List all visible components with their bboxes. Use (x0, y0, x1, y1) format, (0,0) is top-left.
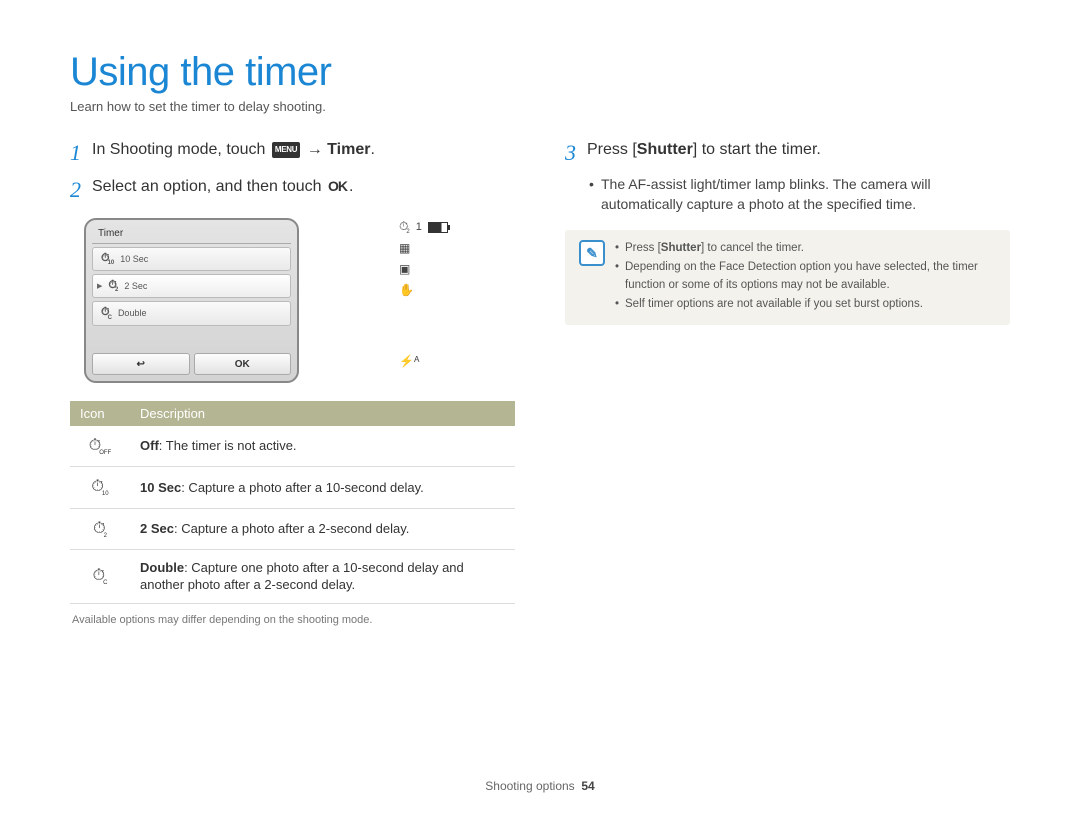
option-label: 10 Sec (120, 254, 148, 264)
page-number: 54 (581, 779, 594, 793)
mode-icon: ▣ (399, 262, 410, 276)
step-number: 1 (70, 136, 92, 169)
step-1: 1 In Shooting mode, touch MENU → Timer. (70, 138, 515, 169)
icon-sub: 2 (104, 533, 107, 539)
arrow-icon: → (302, 141, 327, 158)
step-number: 3 (565, 136, 587, 169)
step-3: 3 Press [Shutter] to start the timer. (565, 138, 1010, 169)
page-title: Using the timer (70, 50, 1010, 95)
note-list: Press [Shutter] to cancel the timer. Dep… (615, 240, 996, 315)
desc-text: : Capture a photo after a 2-second delay… (174, 521, 409, 536)
note-item: Depending on the Face Detection option y… (615, 259, 996, 294)
desc-cell: 10 Sec: Capture a photo after a 10-secon… (130, 467, 515, 508)
icon-sub: C (108, 315, 112, 321)
desc-bold: Off (140, 438, 159, 453)
icon-sub: 2 (406, 229, 409, 235)
battery-icon (428, 222, 448, 233)
timer-icon: ⏱10 (101, 252, 114, 266)
text: Select an option, and then touch (92, 178, 326, 195)
icon-sub: 10 (102, 491, 109, 497)
timer-icon: ⏱C (101, 306, 112, 320)
desc-bold: 2 Sec (140, 521, 174, 536)
step-text: Select an option, and then touch OK. (92, 175, 515, 199)
count-label: 1 (416, 221, 422, 233)
back-button[interactable]: ↩ (92, 353, 190, 375)
page-subtitle: Learn how to set the timer to delay shoo… (70, 99, 1010, 114)
desc-cell: Off: The timer is not active. (130, 426, 515, 467)
right-column: 3 Press [Shutter] to start the timer. Th… (565, 138, 1010, 626)
note-box: ✎ Press [Shutter] to cancel the timer. D… (565, 230, 1010, 325)
step-number: 2 (70, 173, 92, 206)
text: . (370, 141, 374, 158)
text: ] to cancel the timer. (701, 242, 804, 254)
step-2: 2 Select an option, and then touch OK. (70, 175, 515, 206)
col-header-desc: Description (130, 401, 515, 426)
step-text: In Shooting mode, touch MENU → Timer. (92, 138, 515, 162)
text: ] to start the timer. (693, 141, 821, 158)
shutter-label: Shutter (637, 141, 693, 158)
status-icons: ⏱2 1 ▦ ▣ ✋ ⚡ᴬ (399, 218, 474, 373)
timer-off-icon: ⏱OFF (70, 426, 130, 467)
step-detail: The AF-assist light/timer lamp blinks. T… (565, 175, 1010, 214)
footer-section: Shooting options (485, 779, 574, 793)
timer-status-icon: ⏱2 (399, 219, 410, 235)
text: . (349, 178, 353, 195)
ok-button[interactable]: OK (194, 353, 292, 375)
text: Press [ (587, 141, 637, 158)
col-header-icon: Icon (70, 401, 130, 426)
lcd-title: Timer (92, 226, 291, 244)
desc-cell: 2 Sec: Capture a photo after a 2-second … (130, 508, 515, 549)
camera-lcd-mockup: Timer ⏱10 10 Sec ⏱2 2 Sec ⏱C Double ↩ OK (84, 218, 394, 383)
timer-10s-icon: ⏱10 (70, 467, 130, 508)
desc-text: : Capture a photo after a 10-second dela… (181, 480, 424, 495)
table-row: ⏱2 2 Sec: Capture a photo after a 2-seco… (70, 508, 515, 549)
page-footer: Shooting options 54 (0, 779, 1080, 793)
shutter-label: Shutter (661, 242, 701, 254)
desc-text: : The timer is not active. (159, 438, 297, 453)
desc-cell: Double: Capture one photo after a 10-sec… (130, 549, 515, 603)
icon-sub: 10 (108, 260, 115, 266)
timer-icon: ⏱2 (108, 279, 118, 293)
timer-option-2sec[interactable]: ⏱2 2 Sec (92, 274, 291, 298)
text: Press [ (625, 242, 661, 254)
timer-2s-icon: ⏱2 (70, 508, 130, 549)
icon-sub: OFF (99, 450, 111, 456)
lcd-screen: Timer ⏱10 10 Sec ⏱2 2 Sec ⏱C Double ↩ OK (84, 218, 299, 383)
table-row: ⏱OFF Off: The timer is not active. (70, 426, 515, 467)
note-icon: ✎ (579, 240, 605, 266)
table-row: ⏱10 10 Sec: Capture a photo after a 10-s… (70, 467, 515, 508)
table-row: ⏱C Double: Capture one photo after a 10-… (70, 549, 515, 603)
text: In Shooting mode, touch (92, 141, 270, 158)
ok-icon: OK (328, 178, 347, 194)
timer-label: Timer (327, 141, 370, 158)
left-column: 1 In Shooting mode, touch MENU → Timer. … (70, 138, 515, 626)
step-text: Press [Shutter] to start the timer. (587, 138, 1010, 162)
icon-sub: C (103, 580, 107, 586)
timer-double-icon: ⏱C (70, 549, 130, 603)
mode-icon: ▦ (399, 241, 410, 255)
note-item: Press [Shutter] to cancel the timer. (615, 240, 996, 257)
option-label: Double (118, 308, 147, 318)
timer-option-10sec[interactable]: ⏱10 10 Sec (92, 247, 291, 271)
note-item: Self timer options are not available if … (615, 296, 996, 313)
stabilizer-icon: ✋ (399, 283, 414, 297)
icon-sub: 2 (115, 287, 118, 293)
desc-bold: Double (140, 560, 184, 575)
desc-text: : Capture one photo after a 10-second de… (140, 560, 464, 593)
option-label: 2 Sec (124, 281, 147, 291)
menu-icon: MENU (272, 142, 300, 158)
timer-option-double[interactable]: ⏱C Double (92, 301, 291, 325)
flash-auto-icon: ⚡ᴬ (399, 354, 419, 368)
desc-bold: 10 Sec (140, 480, 181, 495)
table-footnote: Available options may differ depending o… (72, 614, 515, 626)
icon-description-table: Icon Description ⏱OFF Off: The timer is … (70, 401, 515, 604)
